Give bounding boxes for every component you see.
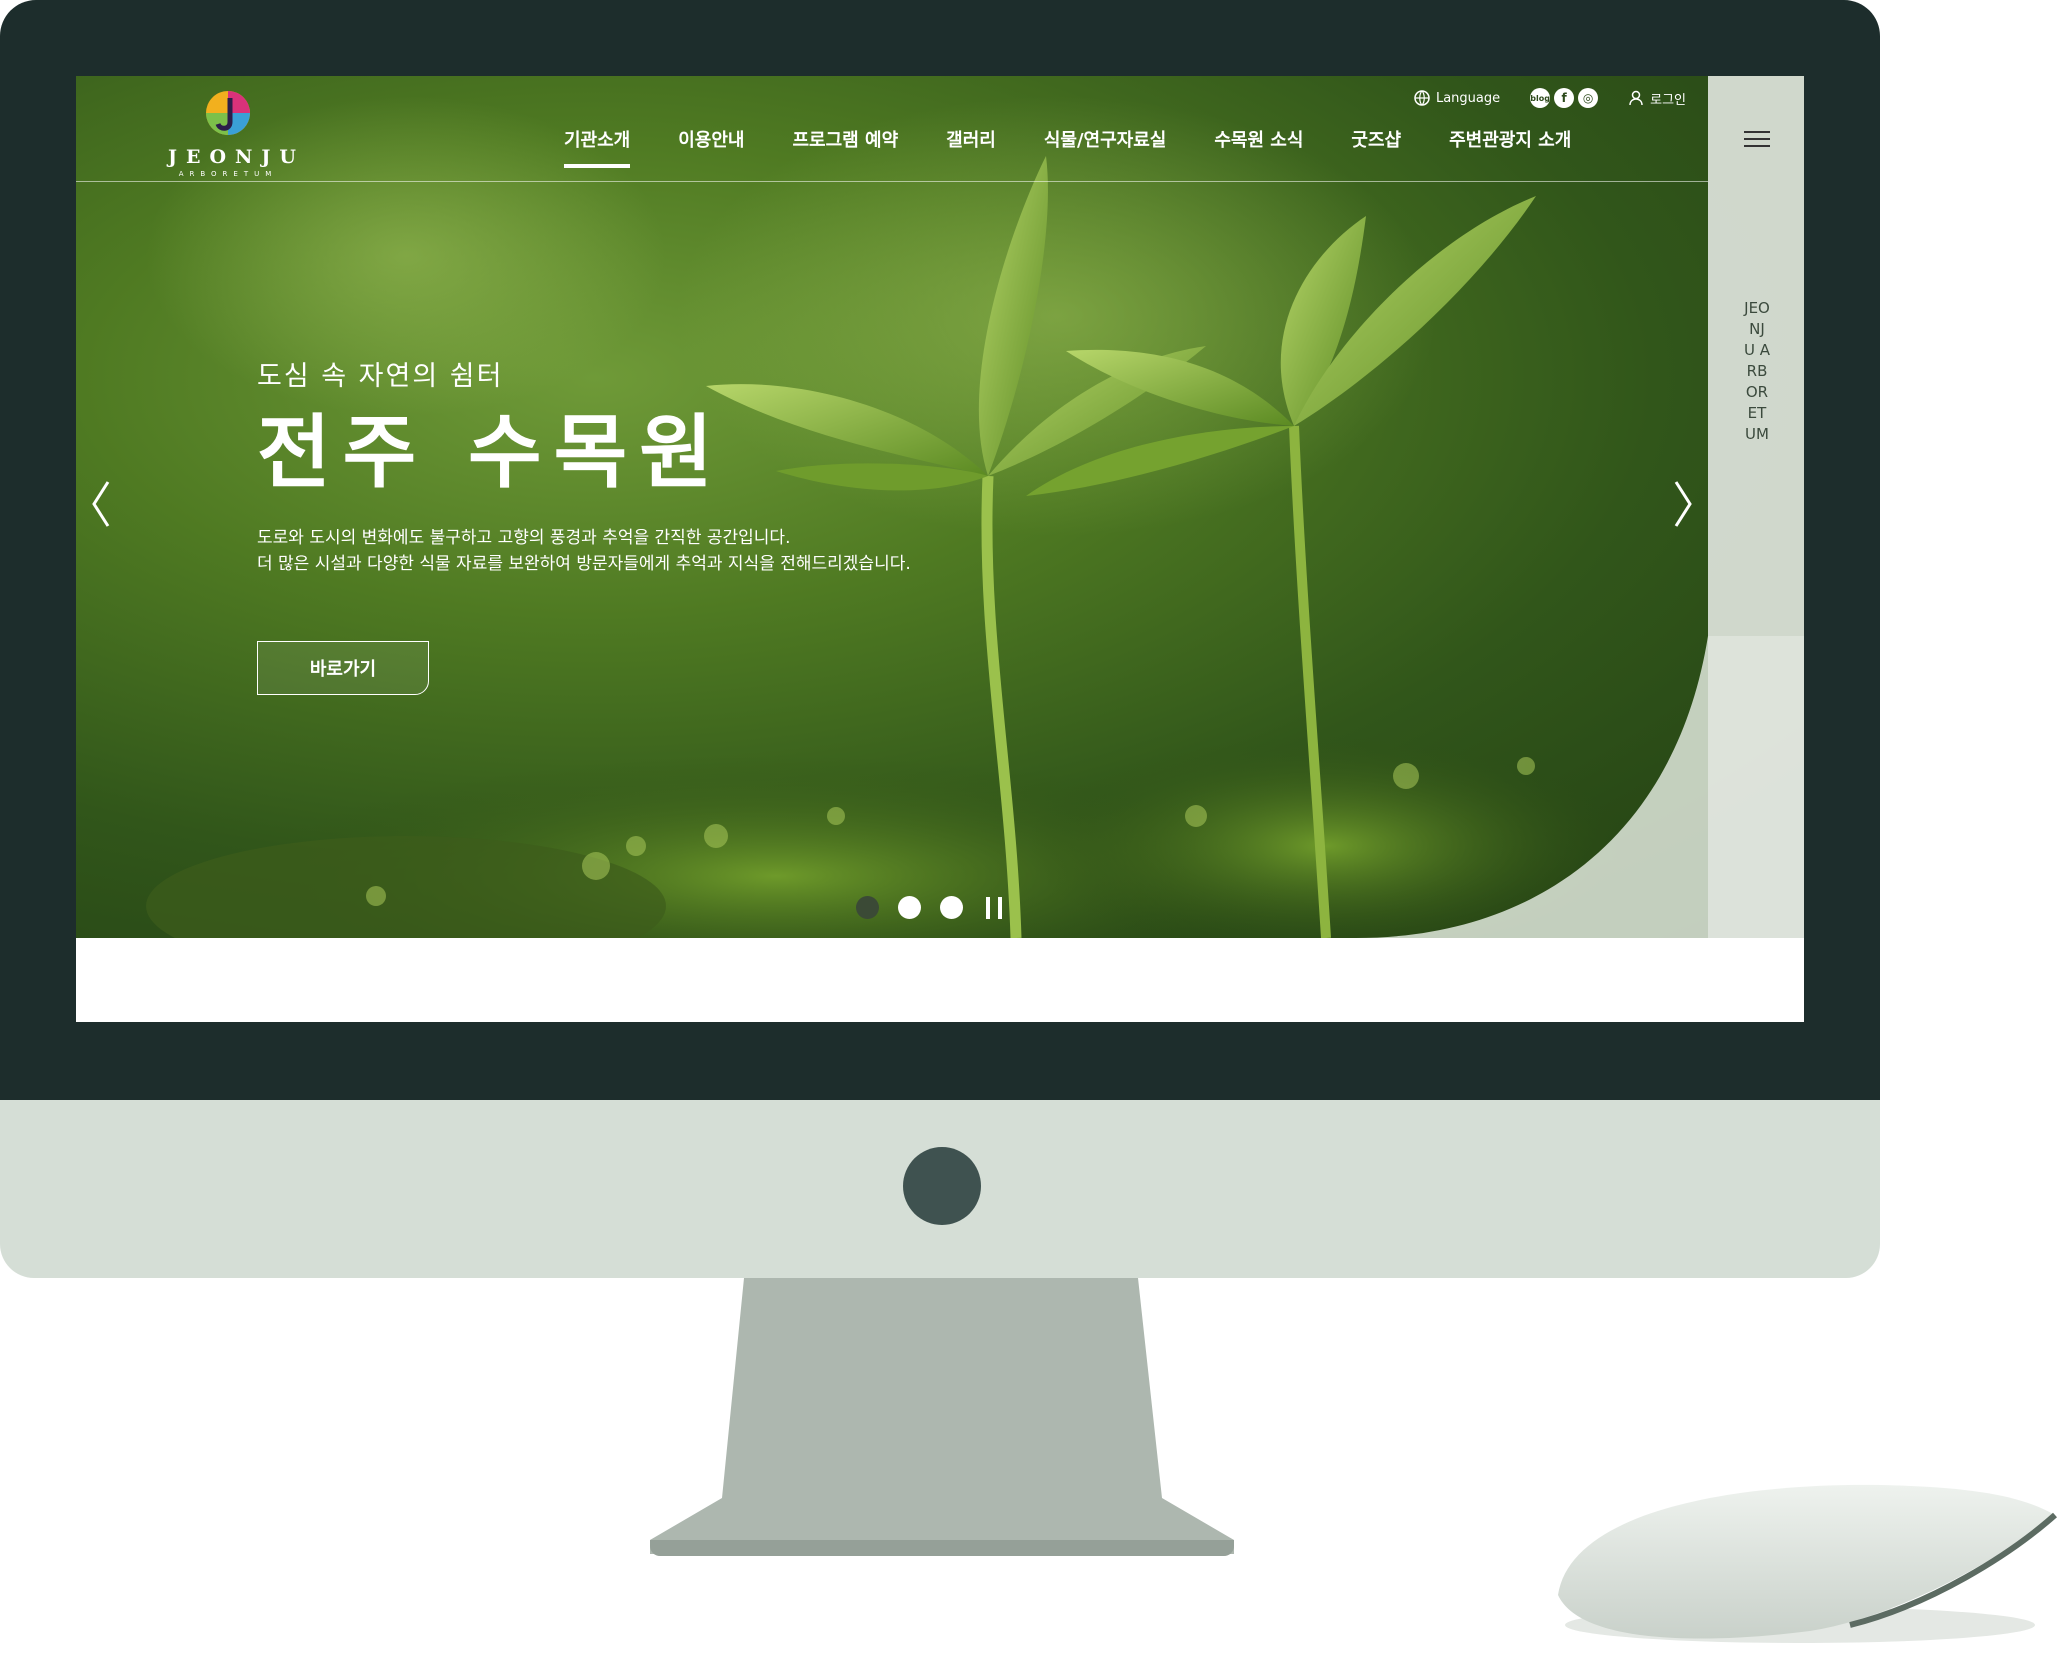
pagination-dot-2[interactable]: [898, 896, 921, 919]
pagination-dot-1[interactable]: [856, 896, 879, 919]
browser-screen: JEONJU ARBORETUM Language blog f ◎ 로그인 기…: [76, 76, 1804, 1022]
site-logo[interactable]: JEONJU ARBORETUM: [168, 88, 305, 178]
go-button[interactable]: 바로가기: [257, 641, 429, 695]
logo-emblem-icon: [206, 91, 250, 135]
nav-item-news[interactable]: 수목원 소식: [1190, 126, 1327, 168]
prev-slide-arrow-icon[interactable]: [86, 476, 116, 532]
slider-pagination: [856, 896, 1002, 919]
hero-title: 전주 수목원: [257, 406, 725, 499]
site-header: JEONJU ARBORETUM Language blog f ◎ 로그인 기…: [76, 76, 1708, 182]
mouse-illustration: [1558, 1484, 2057, 1643]
hero-slider: JEONJU ARBORETUM Language blog f ◎ 로그인 기…: [76, 76, 1804, 938]
main-navigation: 기관소개 이용안내 프로그램 예약 갤러리 식물/연구자료실 수목원 소식 굿즈…: [540, 126, 1595, 168]
nav-item-program-booking[interactable]: 프로그램 예약: [769, 126, 923, 168]
sns-links: blog f ◎: [1530, 88, 1599, 108]
language-selector[interactable]: Language: [1414, 90, 1500, 106]
hamburger-icon[interactable]: [1744, 131, 1770, 149]
nav-item-about[interactable]: 기관소개: [540, 126, 654, 168]
login-label: 로그인: [1650, 92, 1686, 108]
nav-item-goods-shop[interactable]: 굿즈샵: [1327, 126, 1425, 168]
user-icon: [1629, 90, 1643, 106]
globe-icon: [1414, 90, 1430, 106]
monitor-stand-base: [650, 1540, 1234, 1556]
hero-description: 도로와 도시의 변화에도 불구하고 고향의 풍경과 추억을 간직한 공간입니다.…: [257, 525, 911, 577]
nav-item-guide[interactable]: 이용안내: [654, 126, 768, 168]
pause-icon[interactable]: [986, 896, 1002, 919]
hero-description-line1: 도로와 도시의 변화에도 불구하고 고향의 풍경과 추억을 간직한 공간입니다.: [257, 528, 791, 548]
nav-item-nearby-tourism[interactable]: 주변관광지 소개: [1425, 126, 1595, 168]
vertical-brand-text: JEONJU ARBORETUM: [1744, 299, 1771, 443]
hero-description-line2: 더 많은 시설과 다양한 식물 자료를 보완하여 방문자들에게 추억과 지식을 …: [257, 554, 911, 574]
next-slide-arrow-icon[interactable]: [1668, 476, 1698, 532]
login-link[interactable]: 로그인: [1628, 89, 1686, 108]
device-mockup: JEONJU ARBORETUM Language blog f ◎ 로그인 기…: [0, 0, 2058, 1654]
hero-eyebrow: 도심 속 자연의 쉼터: [257, 361, 504, 392]
utility-bar: Language blog f ◎ 로그인: [1414, 88, 1686, 108]
monitor-logo-dot: [903, 1147, 981, 1225]
facebook-icon[interactable]: f: [1554, 88, 1575, 108]
logo-text: JEONJU: [168, 146, 305, 168]
side-panel: JEONJU ARBORETUM: [1708, 76, 1804, 938]
nav-item-gallery[interactable]: 갤러리: [922, 126, 1020, 168]
instagram-icon[interactable]: ◎: [1578, 88, 1599, 108]
logo-subtext: ARBORETUM: [178, 170, 278, 178]
hero-copy: 도심 속 자연의 쉼터 전주 수목원 도로와 도시의 변화에도 불구하고 고향의…: [257, 354, 911, 577]
blog-icon[interactable]: blog: [1530, 88, 1551, 108]
nav-item-research-library[interactable]: 식물/연구자료실: [1020, 126, 1191, 168]
monitor-stand: [650, 1278, 1234, 1554]
pagination-dot-3[interactable]: [940, 896, 963, 919]
language-label: Language: [1435, 90, 1501, 106]
